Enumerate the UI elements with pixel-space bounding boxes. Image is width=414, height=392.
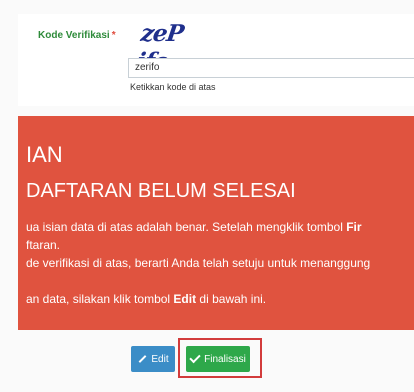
verification-code-input[interactable]: zerifo: [128, 58, 414, 78]
check-icon: [189, 351, 201, 364]
alert-line-4-prefix: an data, silakan klik tombol: [26, 292, 174, 306]
finalize-button[interactable]: Finalisasi: [186, 346, 250, 372]
input-hint: Ketikkan kode di atas: [130, 82, 216, 92]
alert-line-4-suffix: di bawah ini.: [196, 292, 267, 306]
alert-line-3: de verifikasi di atas, berarti Anda tela…: [26, 256, 371, 270]
warning-alert: IAN DAFTARAN BELUM SELESAI ua isian data…: [18, 116, 414, 330]
verification-label-text: Kode Verifikasi: [38, 30, 110, 41]
alert-line-1-bold: Fir: [346, 220, 362, 234]
captcha-image: zeP ifo: [135, 20, 203, 75]
page: Kode Verifikasi* zeP ifo zerifo Ketikkan…: [0, 0, 414, 392]
finalize-button-label: Finalisasi: [204, 353, 246, 365]
edit-button-label: Edit: [151, 353, 169, 365]
alert-line-2: ftaran.: [26, 238, 61, 252]
verification-form: Kode Verifikasi* zeP ifo zerifo Ketikkan…: [18, 14, 414, 106]
alert-title: IAN: [26, 142, 63, 167]
alert-subtitle: DAFTARAN BELUM SELESAI: [26, 180, 296, 202]
action-bar: Edit Finalisasi: [0, 330, 414, 392]
alert-line-4: an data, silakan klik tombol Edit di baw…: [26, 292, 266, 306]
pencil-icon: [137, 354, 147, 364]
verification-label: Kode Verifikasi *: [38, 30, 116, 41]
alert-line-4-bold: Edit: [173, 292, 197, 306]
alert-line-1-text: ua isian data di atas adalah benar. Sete…: [26, 220, 347, 234]
required-mark: *: [111, 30, 116, 41]
edit-button[interactable]: Edit: [131, 346, 175, 372]
alert-line-1: ua isian data di atas adalah benar. Sete…: [26, 220, 362, 234]
